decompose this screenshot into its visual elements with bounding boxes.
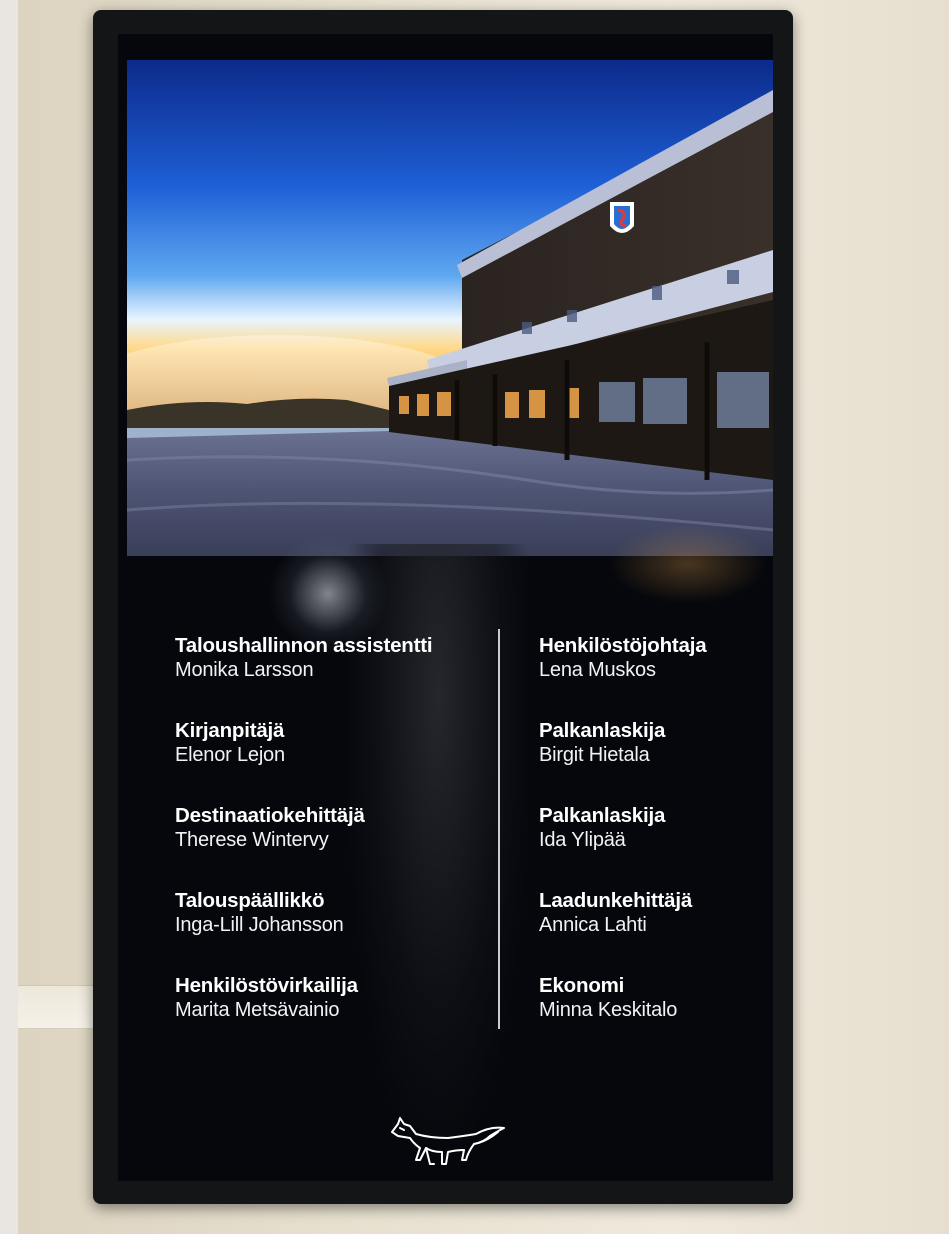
entry-role: Talouspäällikkö bbox=[175, 889, 325, 912]
entry-name: Birgit Hietala bbox=[539, 744, 650, 766]
directory-entry: Destinaatiokehittäjä Therese Wintervy bbox=[175, 804, 432, 889]
entry-name: Annica Lahti bbox=[539, 914, 647, 936]
directory-entry: Henkilöstövirkailija Marita Metsävainio bbox=[175, 974, 432, 1059]
display-screen: Taloushallinnon assistentti Monika Larss… bbox=[118, 34, 773, 1181]
directory-entry: Talouspäällikkö Inga-Lill Johansson bbox=[175, 889, 432, 974]
entry-role: Henkilöstövirkailija bbox=[175, 974, 358, 997]
entry-name: Elenor Lejon bbox=[175, 744, 285, 766]
directory-entry: Kirjanpitäjä Elenor Lejon bbox=[175, 719, 432, 804]
entry-name: Inga-Lill Johansson bbox=[175, 914, 344, 936]
entry-name: Lena Muskos bbox=[539, 659, 656, 681]
entry-role: Ekonomi bbox=[539, 974, 625, 997]
directory-entry: Palkanlaskija Ida Ylipää bbox=[539, 804, 706, 889]
entry-role: Laadunkehittäjä bbox=[539, 889, 693, 912]
shield-logo-icon bbox=[610, 202, 634, 233]
directory-entry: Henkilöstöjohtaja Lena Muskos bbox=[539, 634, 707, 719]
entry-role: Destinaatiokehittäjä bbox=[175, 804, 365, 827]
building-photo-graphic bbox=[127, 60, 773, 556]
directory-entry: Taloushallinnon assistentti Monika Larss… bbox=[175, 634, 433, 719]
fox-icon bbox=[386, 1114, 510, 1170]
entry-name: Marita Metsävainio bbox=[175, 999, 340, 1021]
directory-entry: Laadunkehittäjä Annica Lahti bbox=[539, 889, 706, 974]
entry-name: Minna Keskitalo bbox=[539, 999, 678, 1021]
building-photo bbox=[127, 60, 773, 556]
entry-name: Therese Wintervy bbox=[175, 829, 329, 851]
entry-role: Kirjanpitäjä bbox=[175, 719, 285, 742]
entry-role: Palkanlaskija bbox=[539, 719, 666, 742]
entry-name: Ida Ylipää bbox=[539, 829, 626, 851]
entry-role: Henkilöstöjohtaja bbox=[539, 634, 707, 657]
directory-entry: Ekonomi Minna Keskitalo bbox=[539, 974, 706, 1059]
screen-glare-warm bbox=[608, 524, 768, 604]
directory-entry: Palkanlaskija Birgit Hietala bbox=[539, 719, 706, 804]
entry-role: Palkanlaskija bbox=[539, 804, 666, 827]
entry-role: Taloushallinnon assistentti bbox=[175, 634, 433, 657]
directory-column-right: Henkilöstöjohtaja Lena Muskos Palkanlask… bbox=[539, 634, 707, 1059]
column-divider bbox=[498, 629, 500, 1029]
staff-directory: Taloushallinnon assistentti Monika Larss… bbox=[118, 634, 773, 1054]
directory-column-left: Taloushallinnon assistentti Monika Larss… bbox=[175, 634, 433, 1059]
entry-name: Monika Larsson bbox=[175, 659, 314, 681]
